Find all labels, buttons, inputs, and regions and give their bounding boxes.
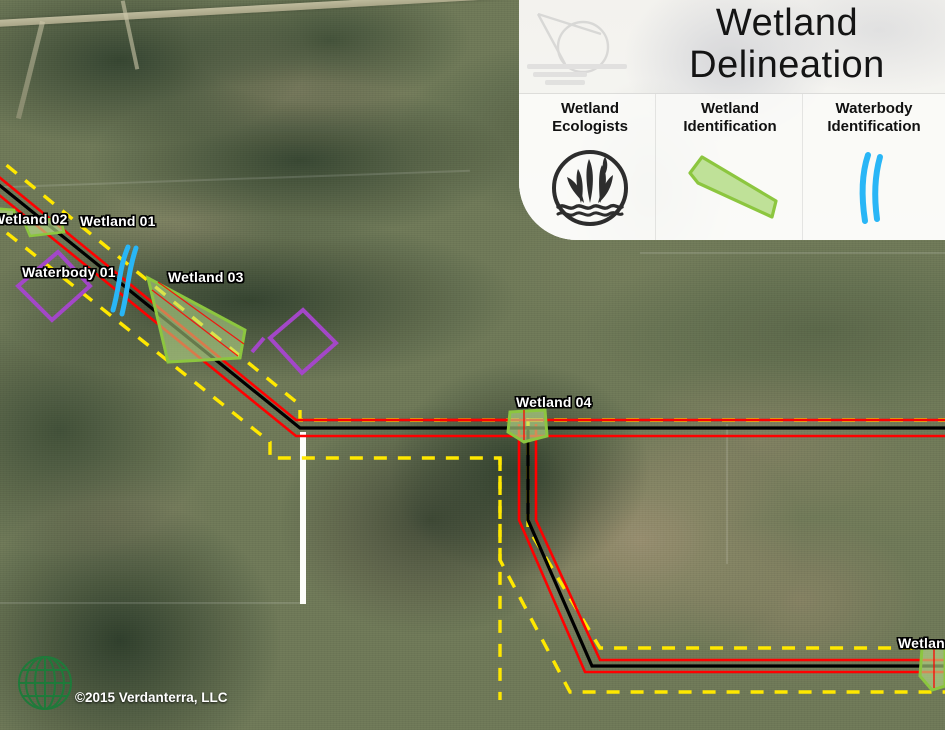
- wetland-delineation-graphic: Wetland 02 Wetland 01 Waterbody 01 Wetla…: [0, 0, 945, 730]
- column-title-3: Waterbody Identification: [803, 100, 945, 136]
- map-label-wetland-east: Wetland: [898, 635, 945, 651]
- corridor-dashed-south: [0, 225, 502, 700]
- column-title-3-line-1: Waterbody: [835, 100, 913, 117]
- copyright-text: ©2015 Verdanterra, LLC: [75, 690, 228, 705]
- map-label-wetland-02: Wetland 02: [0, 211, 68, 227]
- title-line-1: Wetland: [715, 2, 859, 44]
- map-label-waterbody-01: Waterbody 01: [22, 264, 116, 280]
- column-title-2-line-2: Identification: [683, 118, 777, 135]
- column-icon-wrap-3: [803, 144, 945, 232]
- marsh-grass-circle-icon: [552, 150, 628, 226]
- waterbody-polygon-edge: [250, 336, 266, 354]
- panel-column-wetland-ecologists: Wetland Ecologists: [519, 100, 661, 232]
- waterbody-polygon-01: [15, 249, 93, 323]
- magnifier-watermark-icon: [527, 12, 627, 85]
- corridor-dashed-east-outer: [498, 458, 945, 694]
- column-icon-wrap-2: [659, 144, 801, 232]
- column-icon-wrap-1: [519, 144, 661, 232]
- column-title-1: Wetland Ecologists: [519, 100, 661, 136]
- panel-horizontal-divider: [519, 93, 945, 94]
- column-title-1-line-1: Wetland: [560, 100, 620, 117]
- route-offset-east-b: [534, 424, 945, 662]
- centerline-east: [526, 426, 945, 668]
- page-title: Wetland Delineation: [639, 2, 935, 86]
- info-callout-panel: Wetland Delineation Wetland Ecologists W…: [519, 0, 945, 240]
- column-title-2: Wetland Identification: [659, 100, 801, 136]
- map-label-wetland-03: Wetland 03: [168, 269, 244, 285]
- map-label-wetland-04: Wetland 04: [516, 394, 592, 410]
- corridor-dashed-east-inner: [526, 418, 945, 650]
- column-title-1-line-2: Ecologists: [552, 118, 628, 135]
- blue-stream-icon: [859, 152, 883, 224]
- wetland-polygon-04: [506, 408, 549, 444]
- title-line-2: Delineation: [689, 44, 885, 86]
- globe-grid-logo: [18, 656, 72, 710]
- column-title-3-line-2: Identification: [827, 118, 921, 135]
- waterbody-polygon-02: [267, 307, 339, 376]
- wetland-polygon-03: [145, 275, 247, 364]
- route-offset-east-a: [517, 424, 945, 674]
- green-polygon-icon: [688, 155, 778, 219]
- panel-column-waterbody-identification: Waterbody Identification: [803, 100, 945, 232]
- map-label-wetland-01: Wetland 01: [80, 213, 156, 229]
- panel-column-wetland-identification: Wetland Identification: [659, 100, 801, 232]
- wetland-polygon-east: [918, 646, 945, 692]
- column-title-2-line-1: Wetland: [700, 100, 760, 117]
